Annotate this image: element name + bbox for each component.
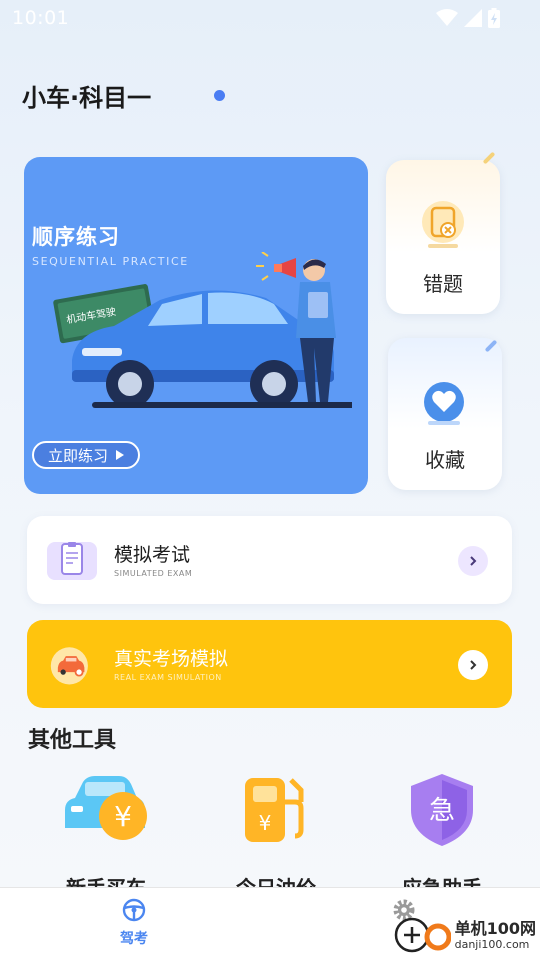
- pencil-decoration: [482, 151, 496, 165]
- play-arrow-icon: [116, 450, 125, 460]
- wrong-document-icon: [422, 201, 464, 248]
- nav-tab-driving-exam[interactable]: 驾考: [94, 898, 174, 948]
- svg-text:急: 急: [429, 796, 455, 826]
- tool-new-car[interactable]: ¥ 新手买车: [36, 770, 176, 900]
- simulated-exam-title: 模拟考试: [114, 544, 191, 566]
- svg-text:¥: ¥: [259, 811, 272, 835]
- real-exam-arrow-button[interactable]: [458, 650, 488, 680]
- tool-fuel-price[interactable]: ¥ 今日油价: [206, 770, 346, 900]
- simulated-exam-subtitle: SIMULATED EXAM: [114, 569, 193, 578]
- chevron-right-icon: [470, 660, 477, 670]
- sequential-practice-card[interactable]: 顺序练习 SEQUENTIAL PRACTICE 机动车驾驶 立即练习: [24, 157, 368, 494]
- signal-icon: [464, 9, 482, 27]
- title-dot-decoration: [214, 90, 225, 101]
- start-practice-label: 立即练习: [48, 446, 109, 465]
- tools-section-title: 其他工具: [28, 728, 117, 753]
- watermark-name: 单机100网: [454, 918, 536, 938]
- car-search-icon: [50, 647, 88, 685]
- real-exam-title: 真实考场模拟: [114, 648, 229, 670]
- watermark-logo-icon: [394, 917, 451, 953]
- wifi-icon: [436, 9, 458, 26]
- wrong-questions-card[interactable]: 错题: [386, 151, 500, 314]
- pencil-decoration: [484, 339, 498, 353]
- steering-wheel-icon: [122, 898, 146, 922]
- start-practice-button[interactable]: 立即练习: [32, 441, 141, 469]
- real-exam-subtitle: REAL EXAM SIMULATION: [114, 673, 222, 682]
- status-time: 10:01: [12, 7, 70, 29]
- fuel-pump-icon: ¥: [245, 778, 304, 842]
- car-instructor-illustration: [53, 252, 352, 408]
- heart-icon: [424, 382, 464, 425]
- favorites-card[interactable]: 收藏: [388, 338, 502, 490]
- chevron-right-icon: [470, 556, 477, 566]
- simulated-exam-row[interactable]: 模拟考试 SIMULATED EXAM: [27, 516, 512, 604]
- battery-icon: [488, 8, 500, 28]
- simulated-exam-arrow-button[interactable]: [458, 546, 488, 576]
- nav-driving-exam-label: 驾考: [120, 931, 148, 947]
- status-icons: [436, 8, 500, 28]
- practice-title: 顺序练习: [32, 225, 120, 249]
- real-exam-row[interactable]: 真实考场模拟 REAL EXAM SIMULATION: [27, 620, 512, 708]
- site-watermark: 单机100网 danji100.com: [393, 916, 536, 954]
- tool-emergency-helper[interactable]: 急 应急助手: [372, 770, 512, 900]
- wrong-questions-label: 错题: [423, 272, 463, 296]
- favorites-label: 收藏: [425, 448, 465, 472]
- car-yuan-icon: ¥: [65, 776, 147, 840]
- status-bar: 10:01: [0, 0, 540, 36]
- page-title: 小车·科目一: [22, 84, 152, 112]
- svg-text:¥: ¥: [114, 800, 132, 833]
- watermark-url: danji100.com: [454, 937, 530, 951]
- exam-clipboard-icon: [47, 542, 97, 580]
- emergency-shield-icon: 急: [411, 774, 473, 846]
